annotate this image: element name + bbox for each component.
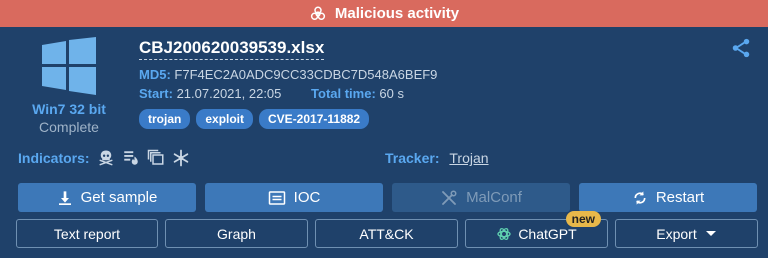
total-time-label: Total time: [311,86,376,101]
chatgpt-button[interactable]: ChatGPT new [465,211,608,248]
download-icon [57,190,73,206]
md5-row: MD5: F7F4EC2A0ADC9CC33CDBC7D548A6BEF9 [139,67,437,82]
network-asterisk-icon[interactable] [172,149,190,167]
chevron-down-icon [705,230,717,238]
ioc-button[interactable]: IOC [205,183,383,212]
indicators: Indicators: [18,149,190,167]
export-label: Export [656,225,697,242]
chatgpt-icon [496,226,512,242]
secondary-actions: Text report Graph ATT&CK ChatGPT new Exp… [16,211,758,248]
ioc-list-icon [268,190,286,206]
verdict-text: Malicious activity [334,5,460,22]
os-name: Win7 32 bit [32,101,106,117]
restart-label: Restart [655,189,705,206]
task-panel: Win7 32 bit Complete CBJ200620039539.xls… [0,27,768,258]
primary-actions: Get sample IOC MalConf Restart [18,183,757,212]
text-report-label: Text report [53,225,121,242]
ioc-label: IOC [293,189,321,206]
biohazard-icon [309,5,327,23]
md5-label: MD5: [139,67,171,82]
restart-button[interactable]: Restart [579,183,757,212]
tag-cve[interactable]: CVE-2017-11882 [259,109,370,129]
tracker-label: Tracker: [385,150,440,166]
attck-label: ATT&CK [359,225,414,242]
tools-icon [440,189,458,207]
graph-label: Graph [217,225,256,242]
tag-list: trojan exploit CVE-2017-11882 [139,109,370,129]
export-button[interactable]: Export [615,219,758,248]
new-badge: new [565,211,601,227]
graph-button[interactable]: Graph [165,219,308,248]
tracker: Tracker: Trojan [385,150,489,166]
start-value: 21.07.2021, 22:05 [176,86,282,101]
get-sample-button[interactable]: Get sample [18,183,196,212]
os-info: Win7 32 bit Complete [14,37,124,135]
chatgpt-label: ChatGPT [518,225,577,242]
md5-value[interactable]: F7F4EC2A0ADC9CC33CDBC7D548A6BEF9 [174,67,437,82]
indicators-label: Indicators: [18,150,90,166]
windows-stack-icon[interactable] [147,149,165,167]
skull-icon[interactable] [97,149,115,167]
windows-logo-icon [14,37,124,95]
time-row: Start: 21.07.2021, 22:05 Total time: 60 … [139,86,404,101]
malconf-label: MalConf [466,189,522,206]
total-time-value: 60 s [379,86,404,101]
start-label: Start: [139,86,173,101]
attck-button[interactable]: ATT&CK [315,219,458,248]
tag-exploit[interactable]: exploit [196,109,254,129]
malconf-button[interactable]: MalConf [392,183,570,212]
verdict-banner: Malicious activity [0,0,768,27]
get-sample-label: Get sample [80,189,158,206]
text-report-button[interactable]: Text report [16,219,158,248]
restart-icon [632,190,648,206]
tracker-link[interactable]: Trojan [449,150,488,166]
tag-trojan[interactable]: trojan [139,109,191,129]
document-fire-icon[interactable] [122,149,140,167]
file-name[interactable]: CBJ200620039539.xlsx [139,38,325,60]
task-status: Complete [39,119,99,135]
share-icon[interactable] [730,37,752,64]
